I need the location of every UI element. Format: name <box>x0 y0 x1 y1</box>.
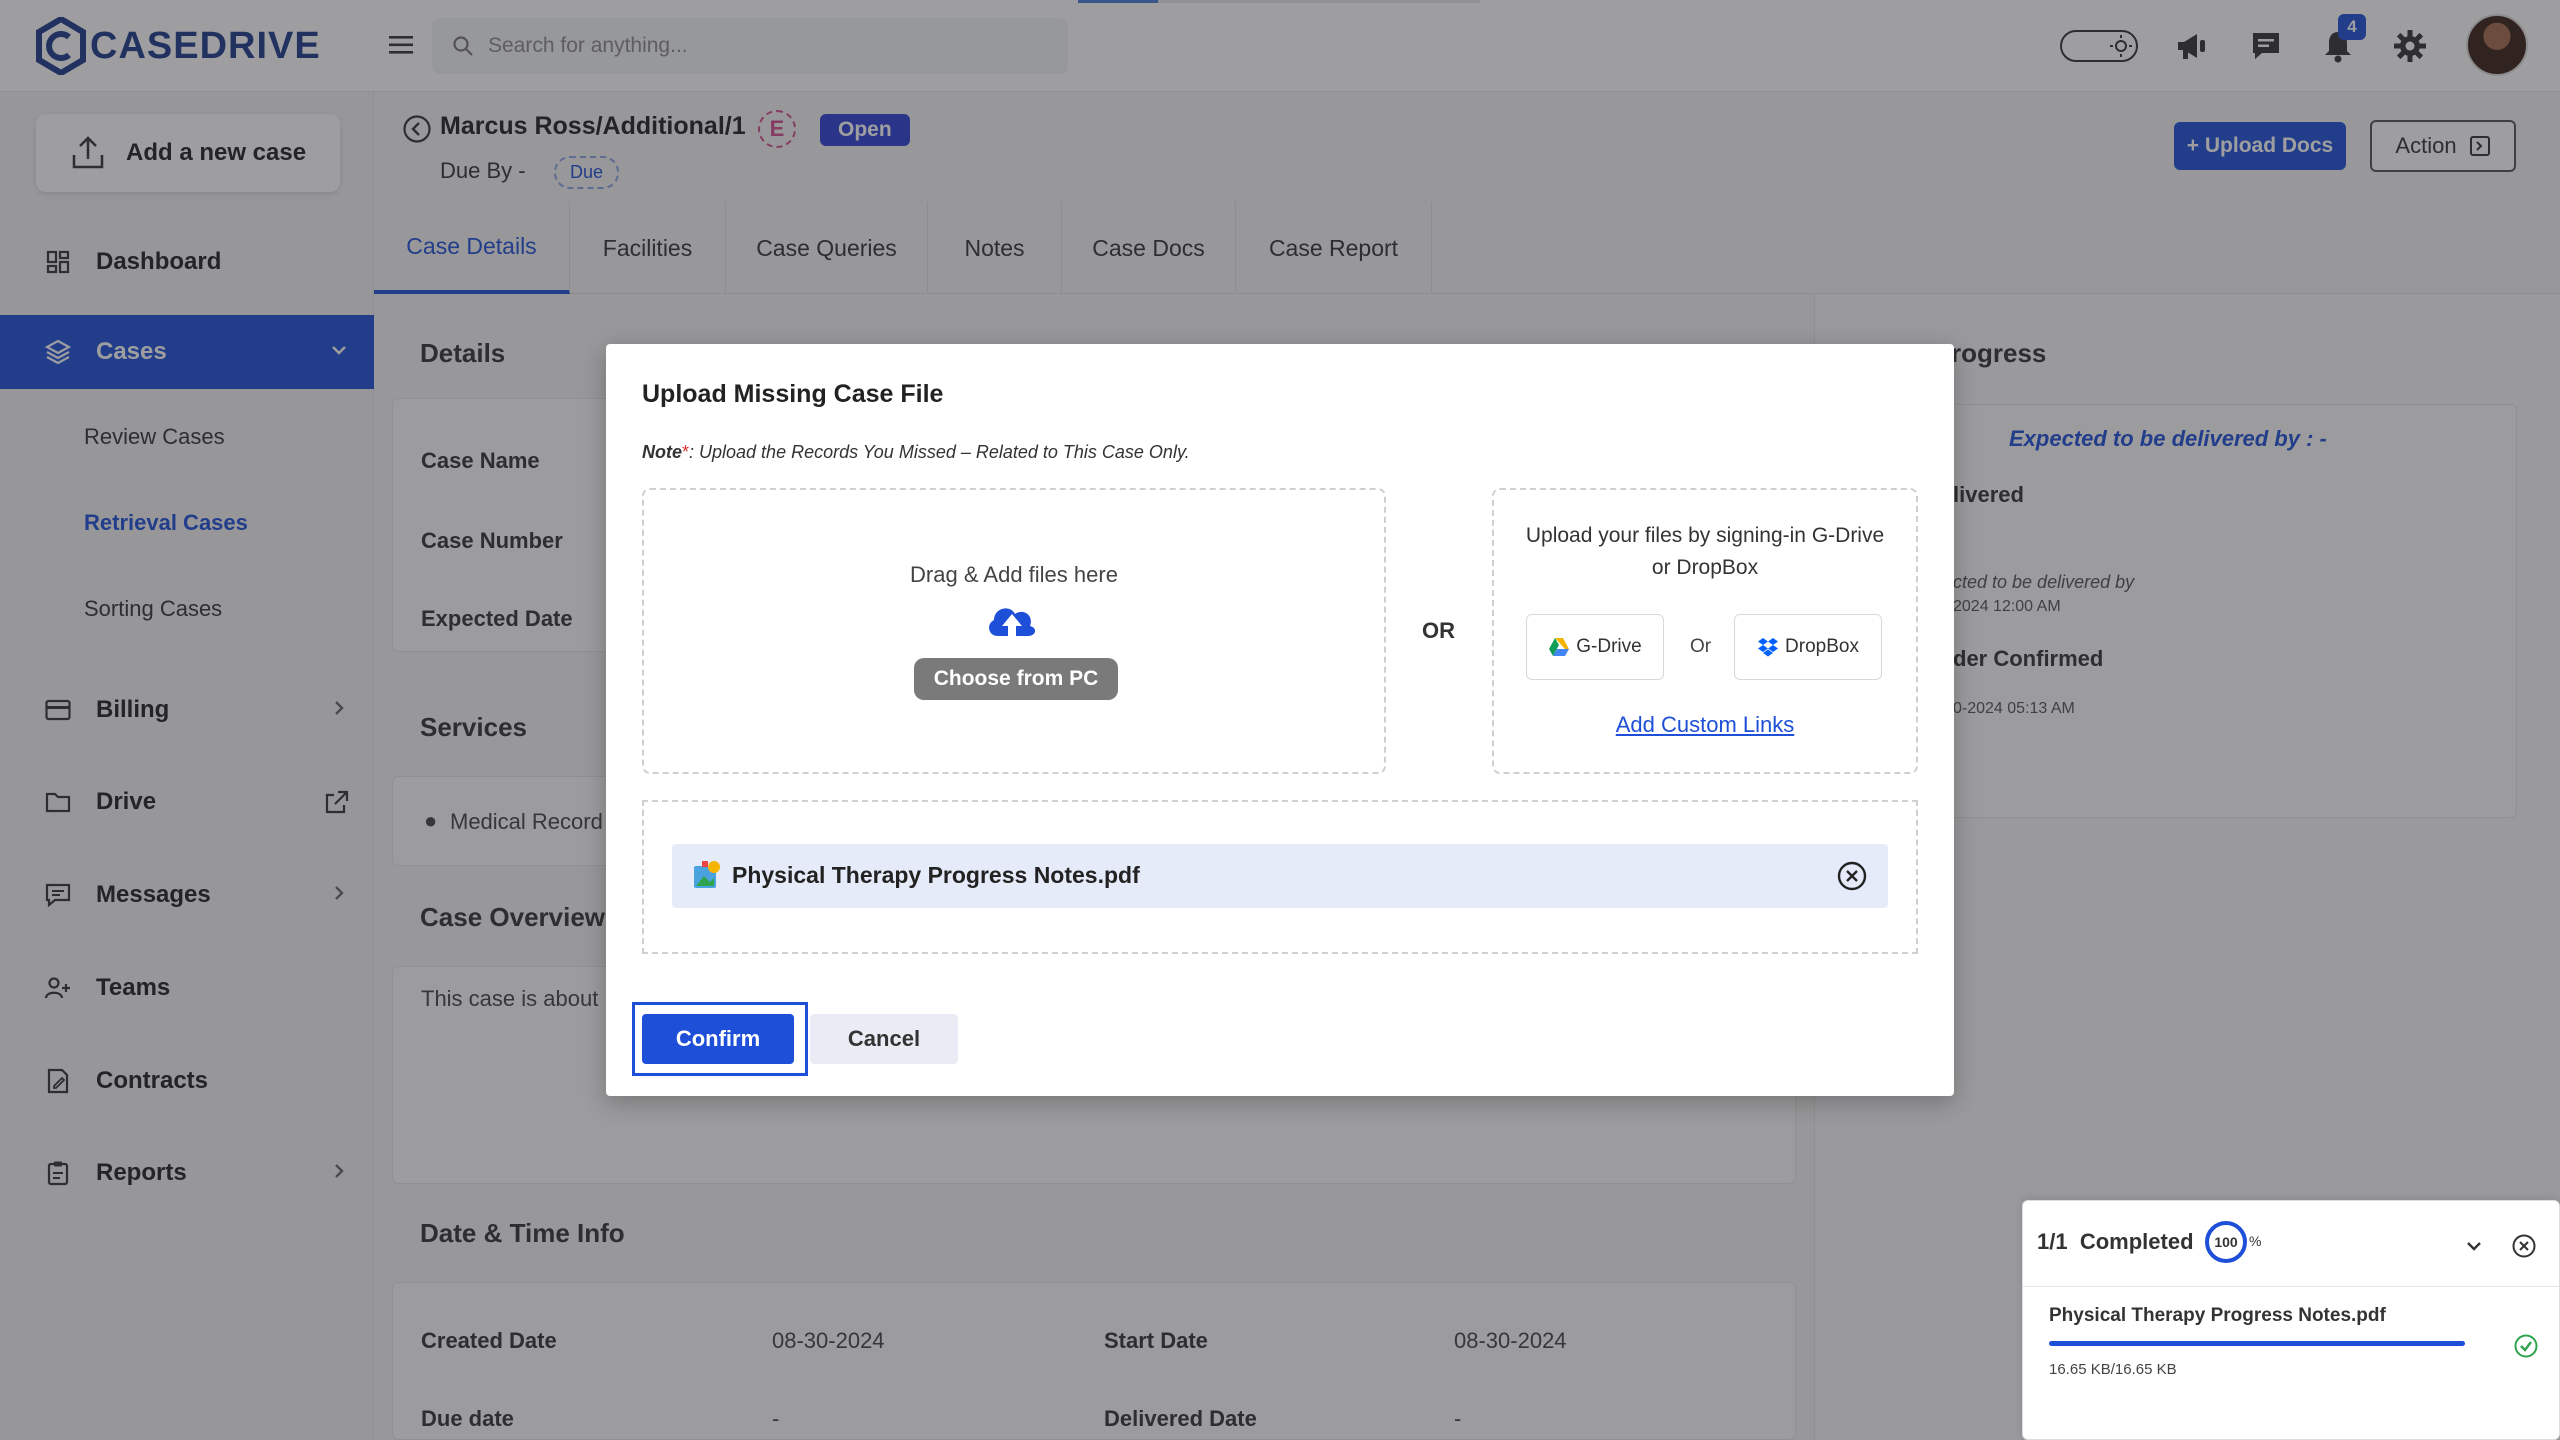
or-small-text: Or <box>1690 636 1712 657</box>
gdrive-label: G-Drive <box>1576 636 1642 657</box>
upload-percent-circle: 100 <box>2205 1221 2247 1263</box>
chevron-down-icon[interactable] <box>2463 1235 2485 1257</box>
upload-size: 16.65 KB/16.65 KB <box>2049 1361 2177 1378</box>
dropbox-icon <box>1758 638 1779 657</box>
upload-file-name: Physical Therapy Progress Notes.pdf <box>2049 1305 2386 1326</box>
selected-file-name: Physical Therapy Progress Notes.pdf <box>732 862 1140 888</box>
gdrive-icon <box>1549 638 1570 656</box>
dropbox-button[interactable]: DropBox <box>1734 614 1882 680</box>
selected-files-zone: Physical Therapy Progress Notes.pdf <box>642 800 1918 954</box>
close-circle-icon[interactable] <box>2511 1233 2537 1259</box>
confirm-button[interactable]: Confirm <box>642 1014 794 1064</box>
cancel-button[interactable]: Cancel <box>810 1014 958 1064</box>
upload-missing-file-modal: Upload Missing Case File Note*: Upload t… <box>606 344 1954 1096</box>
drag-files-text: Drag & Add files here <box>910 562 1118 587</box>
remove-file-icon[interactable] <box>1836 860 1868 892</box>
file-image-icon <box>694 861 720 888</box>
upload-widget-header: 1/1 Completed 100 % <box>2023 1201 2560 1287</box>
dropbox-label: DropBox <box>1785 636 1859 657</box>
upload-progress-widget: 1/1 Completed 100 % Physical Therapy Pro… <box>2022 1200 2560 1440</box>
upload-progress-bar <box>2049 1341 2465 1346</box>
cloud-upload-icon <box>989 608 1036 636</box>
modal-note: Note*: Upload the Records You Missed – R… <box>642 442 1190 462</box>
cloud-upload-zone: Upload your files by signing-in G-Drive … <box>1492 488 1918 774</box>
gdrive-button[interactable]: G-Drive <box>1526 614 1664 680</box>
check-circle-icon <box>2514 1334 2538 1358</box>
file-drop-zone[interactable]: Drag & Add files here Choose from PC <box>642 488 1386 774</box>
cloud-upload-text: Upload your files by signing-in G-Drive … <box>1525 524 1885 579</box>
modal-title: Upload Missing Case File <box>642 380 944 408</box>
add-custom-links-link[interactable]: Add Custom Links <box>1494 712 1916 738</box>
or-divider: OR <box>1422 618 1455 643</box>
choose-from-pc-button[interactable]: Choose from PC <box>914 658 1118 700</box>
selected-file-row: Physical Therapy Progress Notes.pdf <box>672 844 1888 908</box>
upload-count: 1/1 Completed <box>2037 1229 2194 1254</box>
upload-percent-sign: % <box>2249 1233 2262 1249</box>
